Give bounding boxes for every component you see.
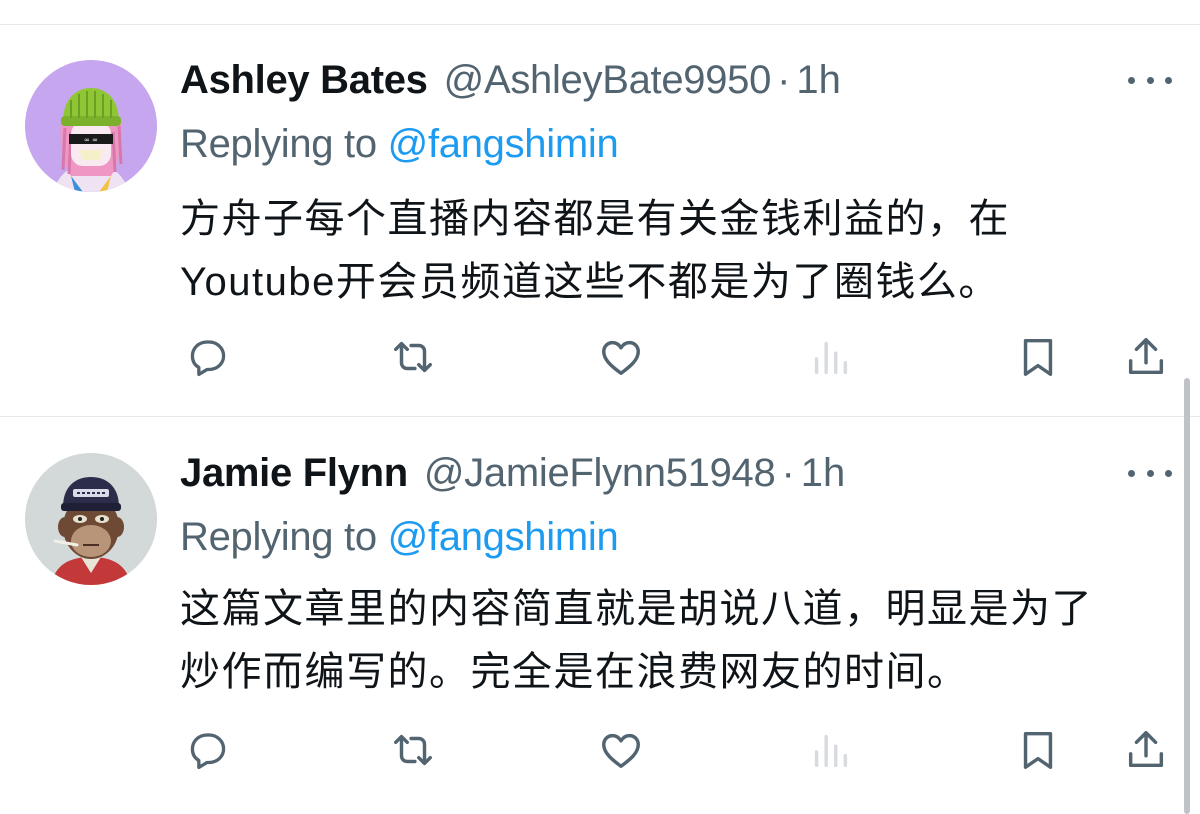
svg-text:∞ ∞: ∞ ∞: [84, 136, 98, 144]
reply-text: 方舟子每个直播内容都是有关金钱利益的，在 Youtube开会员频道这些不都是为了…: [180, 197, 1010, 304]
reply-thread: ∞ ∞ Ashley Bates @AshleyBate9950 · 1h Re…: [0, 0, 1200, 814]
bookmark-icon[interactable]: [1013, 725, 1063, 775]
bookmark-icon[interactable]: [1013, 332, 1063, 382]
views-icon[interactable]: [805, 725, 855, 775]
retweet-icon[interactable]: [388, 725, 438, 775]
like-icon[interactable]: [596, 332, 646, 382]
divider: [0, 24, 1200, 25]
views-icon[interactable]: [805, 332, 855, 382]
timestamp[interactable]: 1h: [801, 445, 846, 501]
action-bar: [0, 332, 1200, 382]
user-handle[interactable]: @JamieFlynn51948: [424, 445, 776, 501]
display-name[interactable]: Ashley Bates: [180, 52, 428, 108]
reply-header: Jamie Flynn @JamieFlynn51948 · 1h: [180, 445, 845, 501]
replying-to: Replying to @fangshimin: [180, 116, 619, 172]
replying-to: Replying to @fangshimin: [180, 509, 619, 565]
separator: ·: [777, 58, 791, 102]
retweet-icon[interactable]: [388, 332, 438, 382]
replying-prefix: Replying to: [180, 122, 388, 166]
scrollbar[interactable]: [1184, 378, 1190, 814]
display-name[interactable]: Jamie Flynn: [180, 445, 408, 501]
more-options-icon[interactable]: [1128, 463, 1172, 483]
avatar[interactable]: ∞ ∞: [25, 60, 157, 192]
timestamp[interactable]: 1h: [796, 52, 841, 108]
reply-text: 这篇文章里的内容简直就是胡说八道，明显是为了 炒作而编写的。完全是在浪费网友的时…: [180, 587, 1093, 694]
separator: ·: [781, 451, 795, 495]
reply-header: Ashley Bates @AshleyBate9950 · 1h: [180, 52, 841, 108]
user-handle[interactable]: @AshleyBate9950: [444, 52, 772, 108]
divider: [0, 416, 1200, 417]
share-icon[interactable]: [1121, 725, 1171, 775]
mention-link[interactable]: @fangshimin: [388, 122, 619, 166]
replying-prefix: Replying to: [180, 515, 388, 559]
reply-icon[interactable]: [183, 332, 233, 382]
mention-link[interactable]: @fangshimin: [388, 515, 619, 559]
like-icon[interactable]: [596, 725, 646, 775]
avatar[interactable]: [25, 453, 157, 585]
more-options-icon[interactable]: [1128, 70, 1172, 90]
action-bar: [0, 725, 1200, 775]
reply-icon[interactable]: [183, 725, 233, 775]
share-icon[interactable]: [1121, 332, 1171, 382]
